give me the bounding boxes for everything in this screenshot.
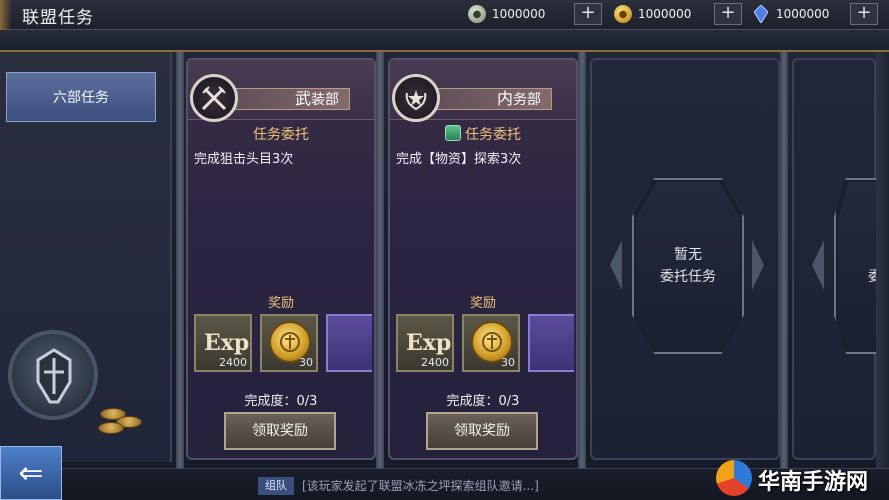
- sidebar-tab-six-departments[interactable]: 六部任务: [6, 72, 156, 122]
- reward-item-exp[interactable]: Exp 2400: [194, 314, 252, 372]
- watermark-text: 华南手游网: [758, 470, 869, 495]
- silver-coin-icon: ●: [468, 5, 486, 23]
- empty-line-1: 暂无: [674, 247, 702, 263]
- chat-message: [该玩家发起了联盟冰冻之坪探索组队邀请...]: [302, 479, 539, 493]
- rail: [176, 52, 184, 468]
- empty-line-2: 委托任务: [660, 269, 716, 285]
- add-silver-button[interactable]: +: [574, 3, 602, 25]
- site-watermark: 华南手游网: [716, 458, 889, 500]
- silver-currency: ● 1000000: [468, 3, 545, 25]
- reward-count: 2400: [421, 356, 449, 369]
- rail: [376, 52, 384, 468]
- department-name-first: 武: [294, 89, 311, 108]
- empty-slot-message: 暂无 委托任务: [636, 182, 740, 350]
- watermark-logo-icon: [716, 460, 752, 496]
- reward-item-extra[interactable]: [326, 314, 372, 372]
- coin-decor: [98, 422, 124, 434]
- card-header: 武装部: [188, 60, 374, 122]
- department-name-rest: 装部: [311, 92, 339, 108]
- rail: [578, 52, 586, 468]
- gem-currency: 1000000: [752, 3, 829, 25]
- header-divider: [0, 30, 889, 52]
- task-description: 完成狙击头目3次: [194, 152, 294, 167]
- chat-channel-tag: 组队: [258, 477, 294, 495]
- gold-coin-icon: ●: [614, 5, 632, 23]
- reward-list: Exp 2400 30: [194, 314, 372, 376]
- reward-count: 30: [299, 356, 313, 369]
- task-type: 任务委托: [253, 127, 309, 143]
- right-edge-frame: [876, 52, 889, 468]
- gem-amount: 1000000: [776, 7, 830, 21]
- reward-item-exp[interactable]: Exp 2400: [396, 314, 454, 372]
- task-card: 内务部 任务委托 完成【物资】探索3次 奖励 Exp 2400 30 完成度：0…: [388, 58, 578, 460]
- blue-gem-icon: [752, 5, 770, 23]
- gold-currency: ● 1000000: [614, 3, 691, 25]
- page-title: 联盟任务: [22, 8, 94, 28]
- crossed-guns-icon: [190, 74, 238, 122]
- laurel-star-icon: [392, 74, 440, 122]
- add-gem-button[interactable]: +: [850, 3, 878, 25]
- reward-count: 30: [501, 356, 515, 369]
- reward-item-gold[interactable]: 30: [462, 314, 520, 372]
- reward-title: 奖励: [267, 296, 294, 311]
- card-header: 内务部: [390, 60, 576, 122]
- exp-icon: Exp: [406, 330, 452, 356]
- reward-item-gold[interactable]: 30: [260, 314, 318, 372]
- task-card: 武装部 任务委托 完成狙击头目3次 奖励 Exp 2400 30 完成度：0/3…: [186, 58, 376, 460]
- reward-item-extra[interactable]: [528, 314, 574, 372]
- department-name-first: 内: [496, 89, 513, 108]
- task-type-label: 任务委托: [465, 127, 521, 143]
- reward-title: 奖励: [469, 296, 496, 311]
- empty-task-slot: 暂无 委托任务: [590, 58, 780, 460]
- add-gold-button[interactable]: +: [714, 3, 742, 25]
- helmet-icon: [36, 348, 72, 404]
- coin-pile: [96, 400, 156, 440]
- task-description: 完成【物资】探索3次: [396, 152, 522, 167]
- claim-reward-button[interactable]: 领取奖励: [426, 412, 538, 450]
- title-decoration: [0, 0, 12, 30]
- rail: [780, 52, 788, 468]
- top-bar: 联盟任务 ● 1000000 + ● 1000000 + 1000000 +: [0, 0, 889, 30]
- exp-icon: Exp: [204, 330, 250, 356]
- left-arrow-decor: [812, 240, 824, 290]
- silver-amount: 1000000: [492, 7, 546, 21]
- right-arrow-decor: [752, 240, 764, 290]
- task-board: 武装部 任务委托 完成狙击头目3次 奖励 Exp 2400 30 完成度：0/3…: [176, 52, 889, 468]
- reward-list: Exp 2400 30: [396, 314, 574, 376]
- crate-icon: [445, 125, 461, 141]
- reward-count: 2400: [219, 356, 247, 369]
- task-progress: 完成度：0/3: [446, 394, 520, 409]
- gold-amount: 1000000: [638, 7, 692, 21]
- department-name-rest: 务部: [513, 92, 541, 108]
- task-type: 任务委托: [390, 124, 576, 144]
- task-progress: 完成度：0/3: [244, 394, 318, 409]
- left-arrow-decor: [610, 240, 622, 290]
- back-button[interactable]: ⇐: [0, 446, 62, 500]
- claim-reward-button[interactable]: 领取奖励: [224, 412, 336, 450]
- empty-task-slot-partial: 暂无 委托任务: [792, 58, 889, 460]
- alliance-emblem: [8, 330, 98, 420]
- back-arrow-icon: ⇐: [18, 455, 44, 491]
